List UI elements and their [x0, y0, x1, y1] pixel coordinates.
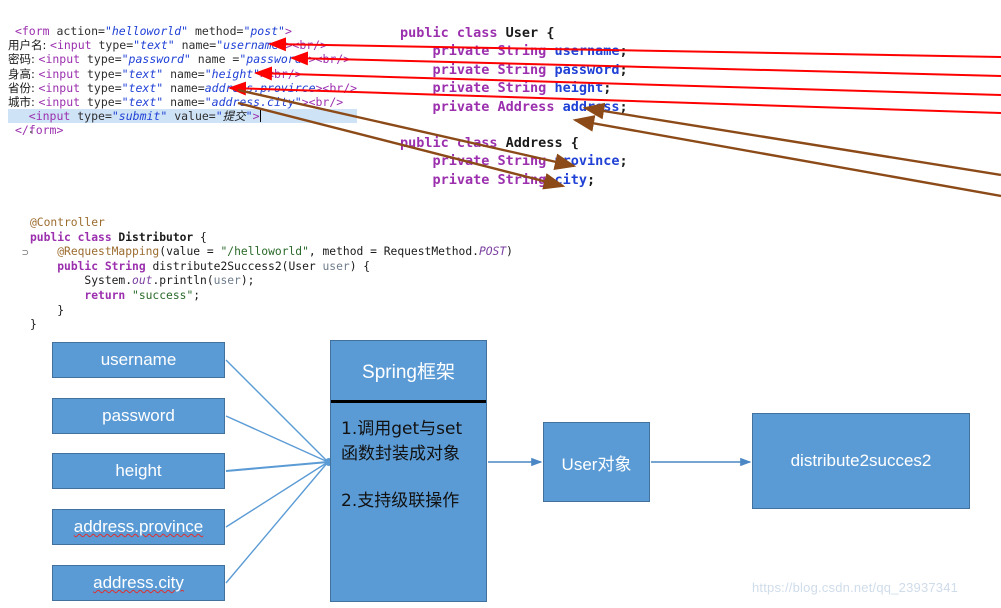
html-code-line: 省份: <input type="text" name=address.prov…: [8, 80, 358, 95]
html-code-line: <input type="submit" value="提交">: [8, 109, 358, 124]
user-class-line: private String username;: [432, 43, 628, 60]
user-class-line: private String password;: [432, 61, 628, 78]
user-class-line: public class User {: [400, 25, 555, 41]
address-class-line: public class Address {: [400, 135, 579, 151]
address-class-line: private String city;: [432, 171, 596, 188]
html-code-line: </form>: [14, 123, 64, 138]
gutter-fold-marker: ⊃: [22, 246, 29, 259]
stray-dot: [30, 131, 32, 133]
field-box-address-province[interactable]: address.province: [52, 509, 225, 545]
controller-code-line: public String distribute2Success2(User u…: [57, 259, 371, 273]
html-code-line: 身高: <input type="text" name="height"><br…: [8, 66, 302, 81]
user-class-line: private String height;: [432, 80, 612, 97]
field-box-password[interactable]: password: [52, 398, 225, 434]
html-code-line: 城市: <input type="text" name="address.cit…: [8, 95, 344, 110]
user-class-code-block: public class User { private String usern…: [400, 24, 628, 116]
spring-box-body: 1.调用get与set函数封装成对象 2.支持级联操作: [331, 403, 486, 514]
html-code-line: 用户名: <input type="text" name="username">…: [8, 38, 328, 53]
controller-code-line: public class Distributor {: [30, 230, 207, 244]
csdn-watermark: https://blog.csdn.net/qq_23937341: [752, 580, 959, 595]
html-form-code-block: <form action="helloworld" method="post">…: [8, 24, 358, 138]
html-code-line: 密码: <input type="password" name ="passwo…: [8, 52, 351, 67]
user-object-box[interactable]: User对象: [543, 422, 650, 502]
controller-code-line: System.out.println(user);: [84, 274, 255, 288]
controller-code-line: }: [57, 303, 65, 317]
spring-step-2: 2.支持级联操作: [341, 491, 460, 511]
controller-code-line: return "success";: [84, 288, 201, 302]
controller-code-line: }: [30, 318, 37, 332]
spring-step-1: 1.调用get与set函数封装成对象: [341, 419, 463, 464]
field-box-address-city[interactable]: address.city: [52, 565, 225, 601]
controller-code-line: @Controller: [30, 216, 105, 229]
text-caret: [259, 110, 261, 123]
field-to-spring-connectors: [225, 359, 333, 584]
controller-code-line: @RequestMapping(value = "/helloworld", m…: [57, 245, 513, 259]
address-class-code-block: public class Address { private String pr…: [400, 134, 628, 189]
distribute-method-box[interactable]: distribute2succes2: [752, 413, 970, 509]
spring-framework-box[interactable]: Spring框架 1.调用get与set函数封装成对象 2.支持级联操作: [330, 340, 487, 602]
address-class-line: private String province;: [432, 153, 628, 170]
controller-code-block: @Controller public class Distributor { @R…: [30, 216, 513, 333]
user-class-line: private Address address;: [432, 98, 628, 115]
spring-box-title: Spring框架: [331, 341, 486, 403]
html-code-line: <form action="helloworld" method="post">: [14, 24, 292, 38]
field-box-height[interactable]: height: [52, 453, 225, 489]
screenshot-canvas: <form action="helloworld" method="post">…: [0, 0, 1001, 608]
field-box-username[interactable]: username: [52, 342, 225, 378]
